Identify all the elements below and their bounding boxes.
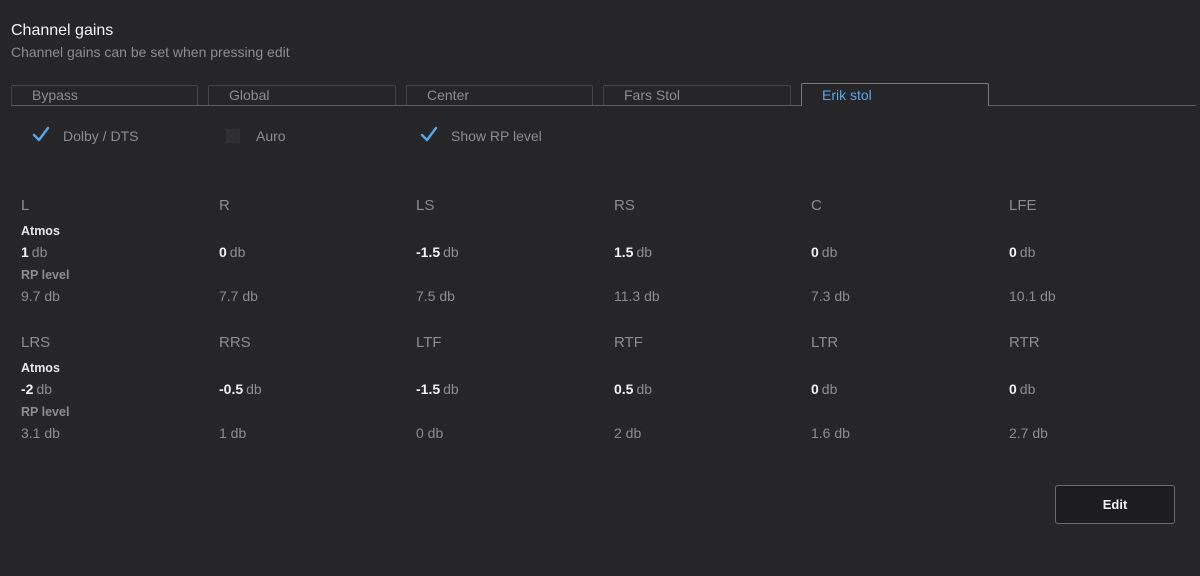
tab-bar: Bypass Global Center Fars Stol Erik stol: [11, 83, 1196, 106]
rp-level-value: 7.7 db: [219, 288, 258, 304]
tab-global[interactable]: Global: [208, 85, 396, 105]
channel-name: LTF: [416, 334, 442, 351]
atmos-gain: 0 db: [219, 244, 246, 260]
atmos-gain: 0 db: [1009, 244, 1036, 260]
channel-name: LFE: [1009, 197, 1037, 214]
rp-level-value: 0 db: [416, 425, 444, 441]
channel-name: L: [21, 197, 30, 214]
tab-label: Global: [229, 87, 270, 103]
option-auro[interactable]: Auro: [225, 126, 286, 146]
option-dolby-dts[interactable]: Dolby / DTS: [32, 126, 139, 146]
atmos-gain: 0 db: [1009, 381, 1036, 397]
rp-level-value: 3.1 db: [21, 425, 60, 441]
rp-level-value: 11.3 db: [614, 288, 660, 304]
rp-level-value: 2.7 db: [1009, 425, 1048, 441]
rp-level-value: 1.6 db: [811, 425, 850, 441]
page-subtitle: Channel gains can be set when pressing e…: [11, 44, 290, 60]
channel-name: LTR: [811, 334, 839, 351]
channel-name: RTF: [614, 334, 643, 351]
atmos-label: Atmos: [21, 361, 60, 375]
rp-level-value: 1 db: [219, 425, 247, 441]
channel-name: LRS: [21, 334, 51, 351]
channel-name: C: [811, 197, 822, 214]
edit-button[interactable]: Edit: [1055, 485, 1175, 524]
checkmark-icon[interactable]: [420, 126, 438, 144]
channel-name: RRS: [219, 334, 251, 351]
channel-name: R: [219, 197, 230, 214]
checkmark-icon[interactable]: [32, 126, 50, 144]
atmos-gain: -0.5 db: [219, 381, 262, 397]
option-label: Auro: [256, 128, 286, 144]
atmos-gain: -1.5 db: [416, 244, 459, 260]
tab-bypass[interactable]: Bypass: [11, 85, 198, 105]
option-show-rp-level[interactable]: Show RP level: [420, 126, 542, 146]
atmos-gain: -2 db: [21, 381, 53, 397]
option-label: Dolby / DTS: [63, 128, 139, 144]
atmos-gain: 1.5 db: [614, 244, 653, 260]
atmos-gain: 1 db: [21, 244, 48, 260]
rp-level-value: 2 db: [614, 425, 642, 441]
atmos-gain: -1.5 db: [416, 381, 459, 397]
tab-fars-stol[interactable]: Fars Stol: [603, 85, 791, 105]
rp-level-label: RP level: [21, 405, 70, 419]
atmos-gain: 0.5 db: [614, 381, 653, 397]
channel-name: RS: [614, 197, 635, 214]
tab-label: Center: [427, 87, 470, 103]
option-label: Show RP level: [451, 128, 542, 144]
rp-level-value: 7.5 db: [416, 288, 455, 304]
atmos-gain: 0 db: [811, 244, 838, 260]
channel-name: LS: [416, 197, 435, 214]
tab-erik-stol[interactable]: Erik stol: [801, 83, 989, 106]
tab-center[interactable]: Center: [406, 85, 593, 105]
rp-level-value: 10.1 db: [1009, 288, 1056, 304]
tab-label: Bypass: [32, 87, 78, 103]
channel-name: RTR: [1009, 334, 1040, 351]
atmos-gain: 0 db: [811, 381, 838, 397]
rp-level-label: RP level: [21, 268, 70, 282]
rp-level-value: 7.3 db: [811, 288, 850, 304]
rp-level-value: 9.7 db: [21, 288, 60, 304]
tab-label: Fars Stol: [624, 87, 681, 103]
channel-gains-panel: Channel gains Channel gains can be set w…: [0, 0, 1200, 576]
page-title: Channel gains: [11, 22, 114, 39]
tab-label: Erik stol: [822, 87, 872, 103]
atmos-label: Atmos: [21, 224, 60, 238]
unchecked-box-icon[interactable]: [226, 129, 240, 143]
